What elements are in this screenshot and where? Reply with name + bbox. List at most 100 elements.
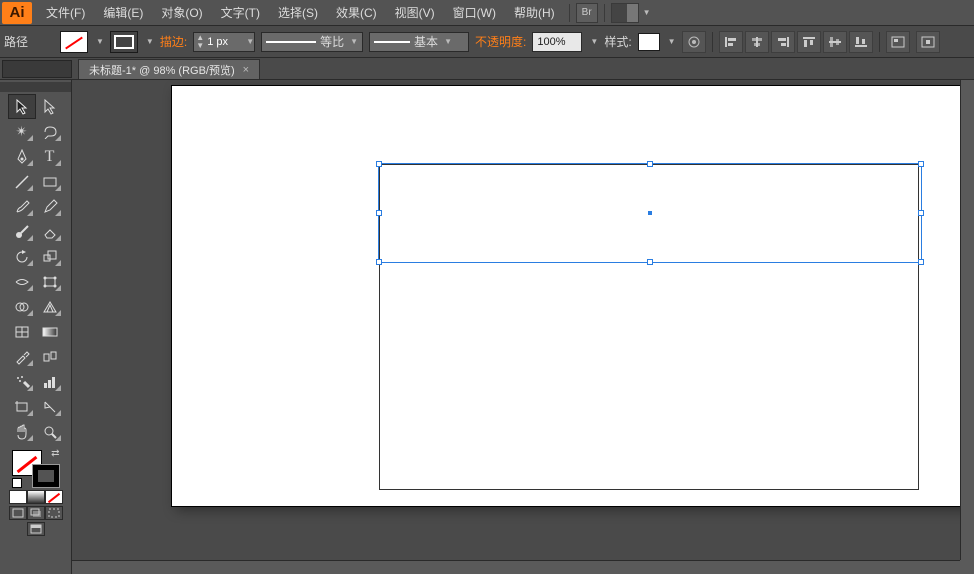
magic-wand-tool[interactable]: ✴ [8, 119, 36, 144]
style-label[interactable]: 样式: [604, 33, 631, 50]
opacity-value: 100% [537, 36, 565, 48]
column-graph-tool[interactable] [36, 369, 64, 394]
menu-help[interactable]: 帮助(H) [506, 0, 563, 25]
menu-type[interactable]: 文字(T) [213, 0, 268, 25]
hand-tool[interactable] [8, 419, 36, 444]
swap-fill-stroke-icon[interactable]: ⇄ [51, 448, 59, 459]
align-top-button[interactable] [797, 31, 821, 53]
transform-panel-button[interactable] [886, 31, 910, 53]
mesh-tool[interactable] [8, 319, 36, 344]
draw-normal[interactable] [9, 506, 27, 520]
scroll-corner [960, 560, 974, 574]
draw-inside assets[interactable] [45, 506, 63, 520]
brush-definition[interactable]: 基本 ▼ [369, 32, 469, 52]
chevron-down-icon[interactable]: ▼ [668, 37, 676, 46]
free-transform-tool[interactable] [36, 269, 64, 294]
align-group [719, 31, 873, 53]
vertical-scrollbar[interactable] [960, 80, 974, 560]
align-hcenter-button[interactable] [745, 31, 769, 53]
shape-builder-tool[interactable] [8, 294, 36, 319]
profile-label: 等比 [320, 33, 344, 50]
type-tool[interactable]: T [36, 144, 64, 169]
divider [569, 4, 570, 22]
lasso-tool[interactable] [36, 119, 64, 144]
rectangle-path[interactable] [379, 164, 919, 490]
pen-tool[interactable] [8, 144, 36, 169]
tools-panel: ✴ T [0, 80, 72, 574]
direct-selection-tool[interactable] [36, 94, 64, 119]
close-icon[interactable]: × [243, 64, 249, 76]
chevron-down-icon: ▼ [643, 8, 651, 17]
menu-effect[interactable]: 效果(C) [328, 0, 385, 25]
bridge-button[interactable]: Br [576, 3, 598, 23]
stroke-color-icon[interactable] [32, 464, 60, 488]
draw-behind[interactable] [27, 506, 45, 520]
line-segment-tool[interactable] [8, 169, 36, 194]
color-mode-solid[interactable] [9, 490, 27, 504]
menu-window[interactable]: 窗口(W) [445, 0, 504, 25]
tab-strip-handle[interactable] [2, 60, 72, 78]
brush-label: 基本 [414, 33, 438, 50]
rectangle-tool[interactable] [36, 169, 64, 194]
paintbrush-tool[interactable] [8, 194, 36, 219]
rotate-tool[interactable] [8, 244, 36, 269]
panel-drag-handle[interactable] [0, 82, 71, 92]
color-mode-gradient[interactable] [27, 490, 45, 504]
align-left-button[interactable] [719, 31, 743, 53]
menu-edit[interactable]: 编辑(E) [95, 0, 151, 25]
graphic-style-swatch[interactable] [638, 33, 660, 51]
chevron-down-icon[interactable]: ▼ [590, 37, 598, 46]
fill-swatch[interactable] [60, 31, 88, 53]
pencil-tool[interactable] [36, 194, 64, 219]
recolor-artwork-button[interactable] [682, 31, 706, 53]
perspective-grid-tool[interactable] [36, 294, 64, 319]
stroke-weight-input[interactable] [204, 33, 244, 51]
eyedropper-tool[interactable] [8, 344, 36, 369]
divider [879, 32, 880, 52]
control-bar: 路径 ▼ ▼ 描边: ▲▼ ▼ 等比 ▼ 基本 ▼ 不透明度: 100% ▼ 样… [0, 26, 974, 58]
gradient-tool[interactable] [36, 319, 64, 344]
chevron-down-icon[interactable]: ▼ [146, 37, 154, 46]
variable-width-profile[interactable]: 等比 ▼ [261, 32, 363, 52]
opacity-label[interactable]: 不透明度: [475, 33, 526, 50]
isolate-button[interactable] [916, 31, 940, 53]
arrange-documents-button[interactable] [611, 3, 639, 23]
canvas-area[interactable] [72, 80, 974, 574]
document-tab[interactable]: 未标题-1* @ 98% (RGB/预览) × [78, 59, 260, 79]
selection-tool[interactable] [8, 94, 36, 119]
divider [712, 32, 713, 52]
align-bottom-button[interactable] [849, 31, 873, 53]
chevron-down-icon[interactable]: ▼ [96, 37, 104, 46]
eraser-tool[interactable] [36, 219, 64, 244]
width-tool[interactable] [8, 269, 36, 294]
stroke-swatch[interactable] [110, 31, 138, 53]
document-tab-title: 未标题-1* @ 98% (RGB/预览) [89, 62, 235, 78]
document-tab-strip: 未标题-1* @ 98% (RGB/预览) × [0, 58, 974, 80]
stroke-label[interactable]: 描边: [160, 33, 187, 50]
horizontal-scrollbar[interactable] [72, 560, 960, 574]
app-logo: Ai [2, 2, 32, 24]
screen-mode-row [27, 522, 45, 536]
menu-file[interactable]: 文件(F) [38, 0, 93, 25]
menu-view[interactable]: 视图(V) [387, 0, 443, 25]
align-vcenter-button[interactable] [823, 31, 847, 53]
slice-tool[interactable] [36, 394, 64, 419]
stroke-weight-field[interactable]: ▲▼ ▼ [193, 32, 255, 52]
menu-object[interactable]: 对象(O) [153, 0, 210, 25]
screen-mode-button[interactable] [27, 522, 45, 536]
zoom-tool[interactable] [36, 419, 64, 444]
menu-select[interactable]: 选择(S) [270, 0, 326, 25]
align-right-button[interactable] [771, 31, 795, 53]
draw-mode-row [9, 506, 63, 520]
scale-tool[interactable] [36, 244, 64, 269]
workspace: ✴ T [0, 80, 974, 574]
default-fill-stroke-icon[interactable] [12, 478, 22, 488]
opacity-field[interactable]: 100% [532, 32, 582, 52]
color-mode-none[interactable] [45, 490, 63, 504]
artboard-tool[interactable] [8, 394, 36, 419]
blend-tool[interactable] [36, 344, 64, 369]
symbol-sprayer-tool[interactable] [8, 369, 36, 394]
fill-stroke-proxy[interactable]: ⇄ [8, 448, 64, 488]
artboard[interactable] [172, 86, 972, 506]
blob-brush-tool[interactable] [8, 219, 36, 244]
